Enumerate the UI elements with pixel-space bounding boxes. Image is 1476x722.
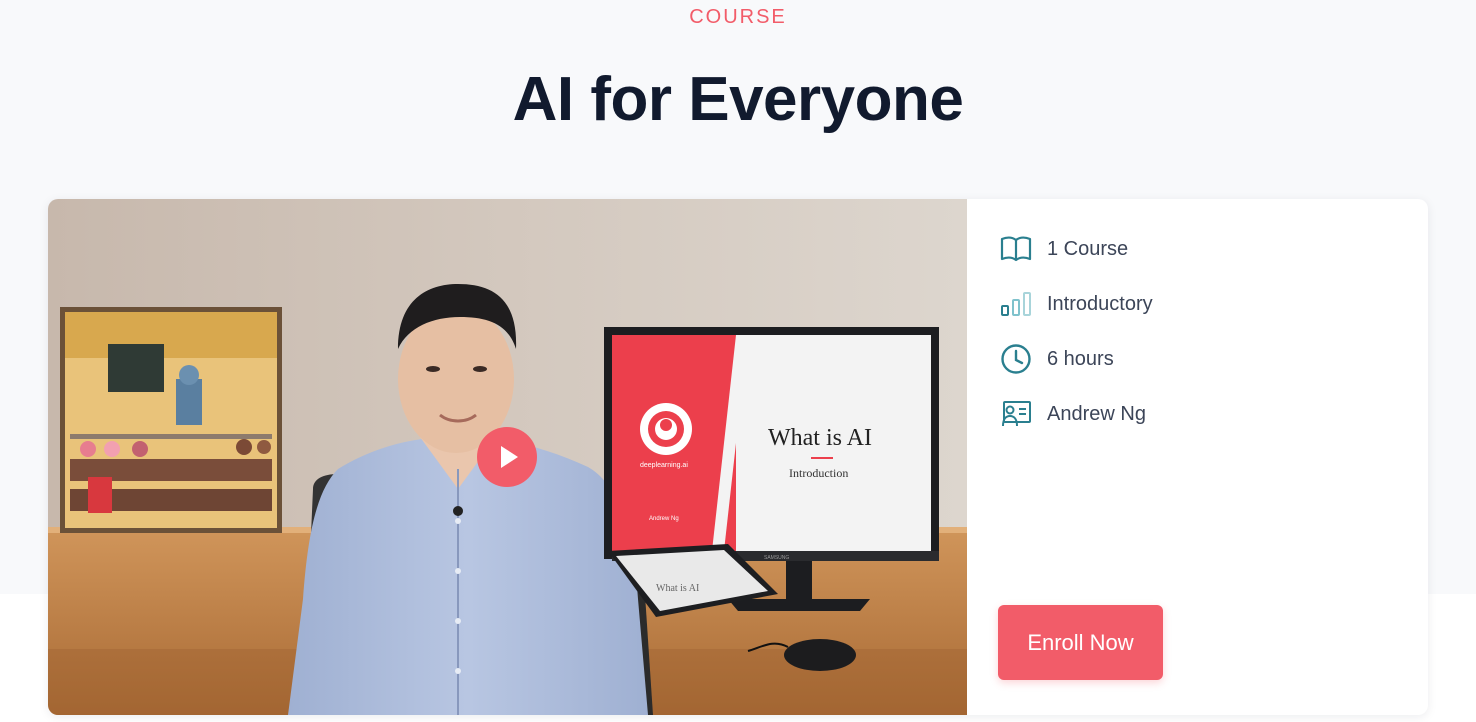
instructor-icon [998,396,1034,432]
detail-level: Introductory [998,286,1153,322]
slide-author-text: Andrew Ng [649,516,679,522]
course-details: 1 Course Introductory 6 hours Andrew Ng [998,231,1153,451]
detail-instructor: Andrew Ng [998,396,1153,432]
monitor-brand-text: SAMSUNG [764,555,789,561]
detail-duration-label: 6 hours [1047,347,1114,370]
slide-brand-text: deeplearning.ai [640,462,688,469]
clock-icon [998,341,1034,377]
detail-duration: 6 hours [998,341,1153,377]
play-button[interactable] [477,427,537,487]
detail-level-label: Introductory [1047,292,1153,315]
slide-title-text: What is AI [768,425,872,451]
detail-courses: 1 Course [998,231,1153,267]
play-icon [501,446,518,468]
tablet-screen-text: What is AI [656,583,699,594]
detail-instructor-label: Andrew Ng [1047,402,1146,425]
book-icon [998,231,1034,267]
page-title: AI for Everyone [512,65,964,134]
detail-courses-label: 1 Course [1047,237,1129,260]
bakery-painting [60,307,282,533]
course-eyebrow: COURSE [689,6,787,28]
course-card: deeplearning.ai Andrew Ng What is AI Int… [48,199,1428,715]
slide-subtitle-text: Introduction [789,466,848,480]
video-player[interactable]: deeplearning.ai Andrew Ng What is AI Int… [48,199,967,715]
level-bars-icon [998,286,1034,322]
enroll-now-button[interactable]: Enroll Now [998,605,1163,680]
